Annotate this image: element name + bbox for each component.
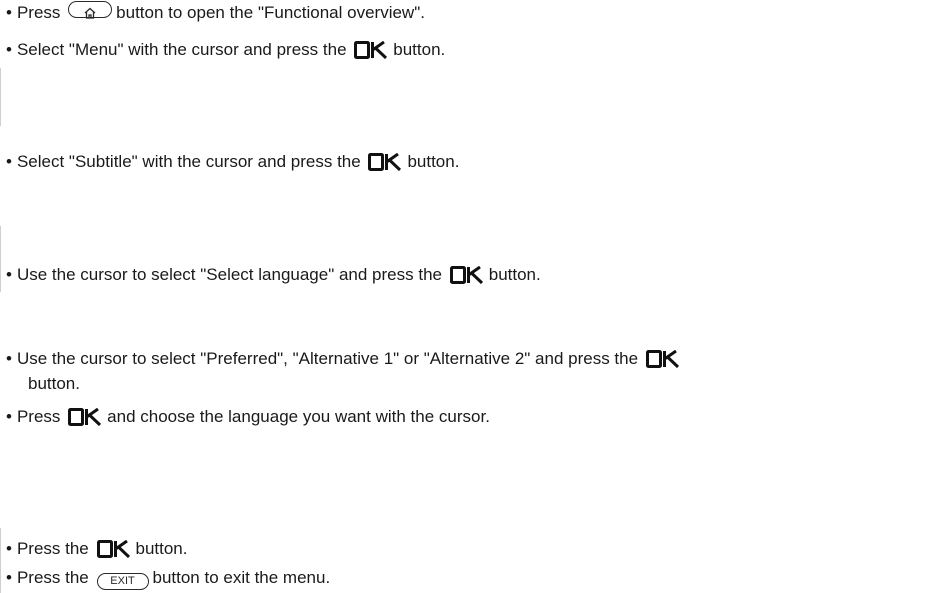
instruction-step: • Press button to open the "Functional ov… (6, 0, 425, 25)
step-text: and choose the language you want with th… (107, 407, 490, 426)
step-text: Press the (16, 539, 89, 558)
bullet: • (6, 349, 12, 368)
bullet: • (6, 152, 12, 171)
bullet: • (6, 265, 12, 284)
home-icon (84, 7, 96, 19)
exit-button-icon: EXIT (96, 573, 149, 590)
step-text: button. (393, 40, 446, 59)
bullet: • (6, 568, 12, 587)
step-text: Use the cursor to select "Select languag… (16, 265, 442, 284)
step-text: button. (135, 539, 188, 558)
margin-rule (0, 68, 1, 126)
instruction-step: • Select "Subtitle" with the cursor and p… (6, 150, 459, 174)
step-text: Press the (16, 568, 89, 587)
ok-icon (354, 41, 388, 59)
ok-icon (68, 408, 102, 426)
instruction-step: • Use the cursor to select "Select langua… (6, 263, 541, 287)
step-text: Press (16, 3, 61, 22)
step-text-continuation: button. (28, 374, 80, 393)
instruction-step: • Select "Menu" with the cursor and press… (6, 38, 445, 62)
bullet: • (6, 539, 12, 558)
bullet: • (6, 40, 12, 59)
step-text: button. (407, 152, 460, 171)
step-text: button to open the "Functional overview"… (116, 3, 425, 22)
bullet: • (6, 407, 12, 426)
step-text: Select "Subtitle" with the cursor and pr… (16, 152, 361, 171)
margin-rule (0, 528, 1, 593)
step-text: button to exit the menu. (152, 568, 331, 587)
step-text: button. (488, 265, 541, 284)
instruction-step: • Press and choose the language you want … (6, 405, 490, 429)
home-button-icon (68, 1, 113, 19)
step-text: Press (16, 407, 61, 426)
ok-icon (96, 540, 131, 558)
ok-icon (645, 350, 680, 368)
ok-icon (368, 153, 402, 171)
ok-icon (449, 266, 484, 284)
margin-rule (0, 226, 1, 292)
instruction-step: • Press the EXIT button to exit the menu. (6, 566, 330, 590)
bullet: • (6, 3, 12, 22)
step-text: Select "Menu" with the cursor and press … (16, 40, 347, 59)
instruction-step: • Press the button. (6, 537, 188, 561)
step-text: Use the cursor to select "Preferred", "A… (16, 349, 639, 368)
instruction-step: • Use the cursor to select "Preferred", "… (6, 347, 685, 371)
